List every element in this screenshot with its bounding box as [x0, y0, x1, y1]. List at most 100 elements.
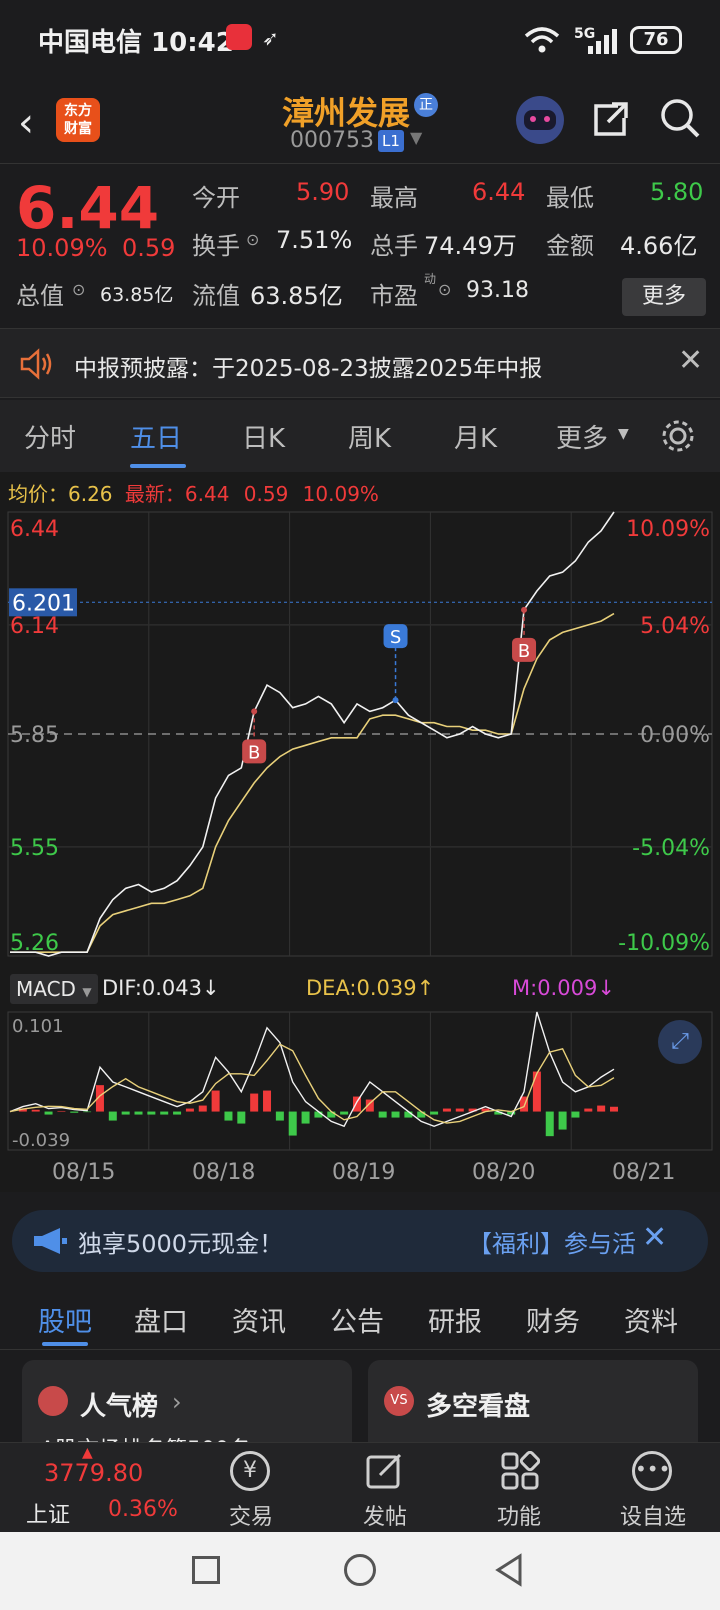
crosshair-label: 6.201	[12, 591, 75, 616]
settings-gear-icon[interactable]	[660, 418, 696, 454]
promo-banner[interactable]: 独享5000元现金！ 【福利】参与活 ✕	[12, 1210, 708, 1272]
macd-bar	[108, 1111, 117, 1121]
macd-bar	[83, 1111, 92, 1113]
wifi-icon	[524, 27, 560, 53]
macd-bar	[584, 1108, 593, 1112]
nav-functions[interactable]: 功能	[454, 1443, 584, 1533]
macd-frame	[7, 1011, 713, 1151]
macd-dif: DIF:0.043↓	[102, 976, 220, 1000]
tab-five-day[interactable]: 五日	[130, 418, 182, 455]
y-tick-right: -5.04%	[632, 836, 710, 861]
tab-intraday[interactable]: 分时	[24, 418, 76, 455]
tab-more[interactable]: 更多	[556, 418, 608, 455]
x-tick: 08/18	[192, 1160, 256, 1185]
search-icon[interactable]	[658, 96, 702, 140]
tab-daily-k[interactable]: 日K	[242, 418, 285, 455]
close-icon[interactable]: ✕	[642, 1220, 667, 1255]
macd-bar	[417, 1111, 426, 1118]
nav-add-watchlist[interactable]: ••• 设自选	[588, 1443, 718, 1533]
nav-trade[interactable]: ¥ 交易	[186, 1443, 316, 1533]
active-tab-indicator	[42, 1342, 88, 1346]
nav-post[interactable]: 发帖	[320, 1443, 450, 1533]
macd-bar	[340, 1111, 349, 1115]
macd-bar	[327, 1111, 336, 1118]
index-percent: 0.36%	[108, 1497, 178, 1522]
app-notification-icon	[226, 24, 252, 50]
tab-finance[interactable]: 财务	[526, 1300, 580, 1339]
recents-icon[interactable]	[192, 1556, 220, 1584]
fullscreen-expand-icon[interactable]: ⤢	[658, 1020, 702, 1064]
macd-bar	[545, 1111, 554, 1137]
latest-value: 6.44	[184, 482, 230, 506]
popularity-title: 人气榜	[80, 1392, 159, 1422]
level-badge[interactable]: L1	[378, 130, 404, 152]
promo-action[interactable]: 【福利】参与活	[468, 1224, 636, 1259]
price-chart[interactable]: 6.44 6.14 5.85 5.55 5.26 10.09% 5.04% 0.00% -5.0…	[0, 510, 720, 970]
tab-profile[interactable]: 资料	[624, 1300, 678, 1339]
popularity-card[interactable]: 人气榜 › A股市场排名第500名	[22, 1360, 352, 1442]
turnover-value: 7.51%	[276, 226, 353, 254]
macd-bar	[430, 1111, 439, 1115]
close-icon[interactable]: ✕	[678, 343, 703, 378]
chart-period-tabs: 分时 五日 日K 周K 月K 更多 ▼	[0, 400, 720, 472]
robot-assistant-icon[interactable]	[516, 96, 564, 144]
trade-marker-dot	[521, 606, 528, 613]
eastmoney-logo: 东方 财富	[56, 98, 100, 142]
tab-news[interactable]: 资讯	[232, 1300, 286, 1339]
macd-bar	[442, 1108, 451, 1112]
avg-price-line	[10, 612, 615, 953]
macd-bar	[301, 1111, 310, 1124]
macd-bar	[185, 1108, 194, 1112]
notice-text: 中报预披露：于2025-08-23披露2025年中报	[74, 356, 543, 382]
tab-weekly-k[interactable]: 周K	[348, 418, 391, 455]
info-icon[interactable]: ⊙	[72, 280, 85, 299]
more-button[interactable]: 更多	[622, 278, 706, 316]
macd-bar	[134, 1111, 143, 1115]
macd-dea: DEA:0.039↑	[306, 976, 435, 1000]
price-line	[10, 511, 615, 957]
macd-bar	[263, 1090, 272, 1112]
stock-badge: 正	[414, 93, 438, 117]
tab-guba[interactable]: 股吧	[38, 1300, 92, 1339]
macd-bar	[391, 1111, 400, 1118]
notification-icon: ➶	[262, 26, 279, 50]
popularity-rank: A股市场排名第500名	[40, 1432, 251, 1442]
grid-icon	[501, 1451, 540, 1490]
active-tab-indicator	[130, 464, 186, 468]
macd-bar	[70, 1111, 79, 1113]
index-ticker[interactable]: ▲ 3779.80 上证 0.36%	[0, 1443, 190, 1533]
tab-pankou[interactable]: 盘口	[134, 1300, 188, 1339]
chevron-down-icon[interactable]: ▼	[410, 128, 422, 147]
low-value: 5.80	[650, 178, 704, 206]
indicator-selector[interactable]: MACD ▼	[10, 974, 98, 1004]
back-triangle-icon[interactable]	[492, 1552, 526, 1588]
y-tick-right: 5.04%	[640, 614, 710, 639]
tab-announcements[interactable]: 公告	[330, 1300, 384, 1339]
y-tick-left: 6.44	[10, 517, 59, 542]
home-icon[interactable]	[344, 1554, 376, 1586]
y-tick-right: 10.09%	[626, 517, 710, 542]
notice-bar[interactable]: 中报预披露：于2025-08-23披露2025年中报 ✕	[0, 328, 720, 398]
five-day-chart[interactable]: 均价：6.26 最新：6.44 0.59 10.09% 6.44 6.14 5.85…	[0, 472, 720, 1192]
info-icon[interactable]: ⊙	[246, 230, 259, 249]
trade-marker-dot	[392, 697, 399, 704]
turnover-label: 换手	[192, 232, 240, 260]
pe-dynamic-tag: 动	[424, 272, 437, 286]
tab-monthly-k[interactable]: 月K	[454, 418, 497, 455]
back-icon[interactable]: ‹	[18, 100, 58, 146]
share-icon[interactable]	[590, 98, 632, 140]
cards-row: 人气榜 › A股市场排名第500名 VS 多空看盘	[0, 1350, 720, 1442]
macd-top-tick: 0.101	[12, 1016, 64, 1037]
macd-bar	[198, 1105, 207, 1112]
pe-label: 市盈	[370, 282, 418, 310]
macd-bar	[275, 1111, 284, 1121]
low-label: 最低	[546, 184, 594, 212]
info-icon[interactable]: ⊙	[438, 280, 451, 299]
macd-bar	[571, 1111, 580, 1118]
macd-bottom-tick: -0.039	[12, 1130, 70, 1151]
stock-code: 000753	[290, 128, 374, 153]
macd-bar	[237, 1111, 246, 1124]
long-short-card[interactable]: VS 多空看盘	[368, 1360, 698, 1442]
tab-research[interactable]: 研报	[428, 1300, 482, 1339]
macd-chart[interactable]: 0.101 -0.039	[0, 1010, 720, 1154]
